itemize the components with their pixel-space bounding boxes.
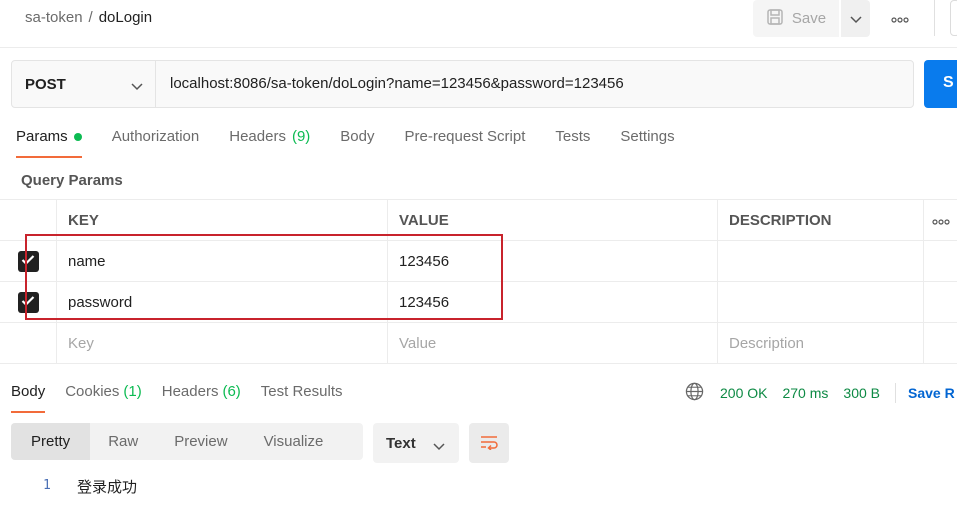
tab-authorization[interactable]: Authorization (112, 128, 200, 158)
tab-headers-count: (9) (291, 128, 311, 145)
save-label: Save (791, 10, 827, 27)
breadcrumb-request[interactable]: doLogin (99, 9, 152, 26)
ellipsis-icon (891, 11, 909, 26)
save-icon (766, 8, 784, 30)
highlight-box (25, 234, 503, 320)
toolbar-divider (934, 0, 935, 36)
save-response-button[interactable]: Save R (908, 385, 955, 401)
response-meta: 200 OK 270 ms 300 B Save R (685, 382, 955, 404)
line-number: 1 (43, 478, 51, 493)
save-button[interactable]: Save (753, 0, 839, 37)
view-mode-toggle: Pretty Raw Preview Visualize (11, 423, 363, 460)
tab-headers[interactable]: Headers (9) (229, 128, 310, 158)
format-label: Text (386, 434, 416, 452)
tab-params-label: Params (16, 128, 68, 145)
method-label: POST (25, 75, 66, 93)
wrap-lines-button[interactable] (469, 423, 509, 463)
response-time[interactable]: 270 ms (782, 385, 828, 401)
tab-response-headers-count: (6) (222, 383, 241, 400)
view-preview-button[interactable]: Preview (156, 423, 245, 460)
row-end-cell (924, 323, 957, 363)
param-description[interactable] (718, 282, 924, 322)
row-end-cell (924, 282, 957, 322)
ellipsis-icon (931, 212, 950, 229)
edit-button-edge[interactable] (950, 0, 957, 36)
active-indicator-dot (73, 133, 82, 141)
tab-response-body[interactable]: Body (11, 383, 46, 413)
tab-cookies[interactable]: Cookies (1) (65, 383, 142, 413)
view-pretty-button[interactable]: Pretty (11, 423, 91, 460)
tab-cookies-count: (1) (123, 383, 142, 400)
header-description: DESCRIPTION (718, 200, 924, 240)
view-visualize-button[interactable]: Visualize (246, 423, 342, 460)
tab-prerequest-script[interactable]: Pre-request Script (405, 128, 526, 158)
chevron-down-icon (131, 78, 143, 95)
tab-body[interactable]: Body (340, 128, 374, 158)
query-params-title: Query Params (21, 172, 123, 189)
request-url-bar: POST localhost:8086/sa-token/doLogin?nam… (11, 60, 914, 108)
tab-test-results[interactable]: Test Results (261, 383, 343, 413)
tab-cookies-label: Cookies (65, 383, 120, 400)
row-end-cell (924, 241, 957, 281)
breadcrumb: sa-token / doLogin (25, 9, 152, 26)
new-description-input[interactable]: Description (718, 323, 924, 363)
format-select[interactable]: Text (373, 423, 459, 463)
new-value-input[interactable]: Value (388, 323, 718, 363)
view-raw-button[interactable]: Raw (90, 423, 156, 460)
new-key-input[interactable]: Key (57, 323, 388, 363)
tab-headers-label: Headers (229, 128, 286, 145)
tab-tests[interactable]: Tests (555, 128, 590, 158)
url-input[interactable]: localhost:8086/sa-token/doLogin?name=123… (170, 75, 624, 92)
wrap-lines-icon (479, 434, 499, 453)
table-row-new: Key Value Description (0, 323, 957, 364)
save-options-button[interactable] (841, 0, 870, 37)
tab-settings[interactable]: Settings (620, 128, 674, 158)
breadcrumb-collection[interactable]: sa-token (25, 9, 83, 26)
column-options-button[interactable] (924, 200, 957, 240)
chevron-down-icon (433, 438, 445, 455)
response-size[interactable]: 300 B (843, 385, 880, 401)
meta-divider (895, 383, 896, 403)
request-tabs: Params Authorization Headers (9) Body Pr… (16, 128, 705, 160)
tab-params[interactable]: Params (16, 128, 82, 158)
send-button[interactable]: S (924, 60, 957, 108)
response-line: 1 登录成功 (0, 476, 400, 496)
top-bar: sa-token / doLogin Save (0, 0, 957, 48)
tab-response-headers[interactable]: Headers (6) (162, 383, 241, 413)
tab-response-headers-label: Headers (161, 383, 219, 400)
response-tabs: Body Cookies (1) Headers (6) Test Result… (11, 383, 363, 413)
method-select[interactable]: POST (12, 61, 156, 107)
param-checkbox-cell (0, 323, 57, 363)
globe-icon[interactable] (685, 382, 704, 404)
chevron-down-icon (849, 11, 862, 27)
param-description[interactable] (718, 241, 924, 281)
status-code[interactable]: 200 OK (720, 385, 767, 401)
more-options-button[interactable] (889, 8, 911, 28)
response-text[interactable]: 登录成功 (77, 476, 137, 497)
breadcrumb-separator: / (88, 9, 93, 26)
